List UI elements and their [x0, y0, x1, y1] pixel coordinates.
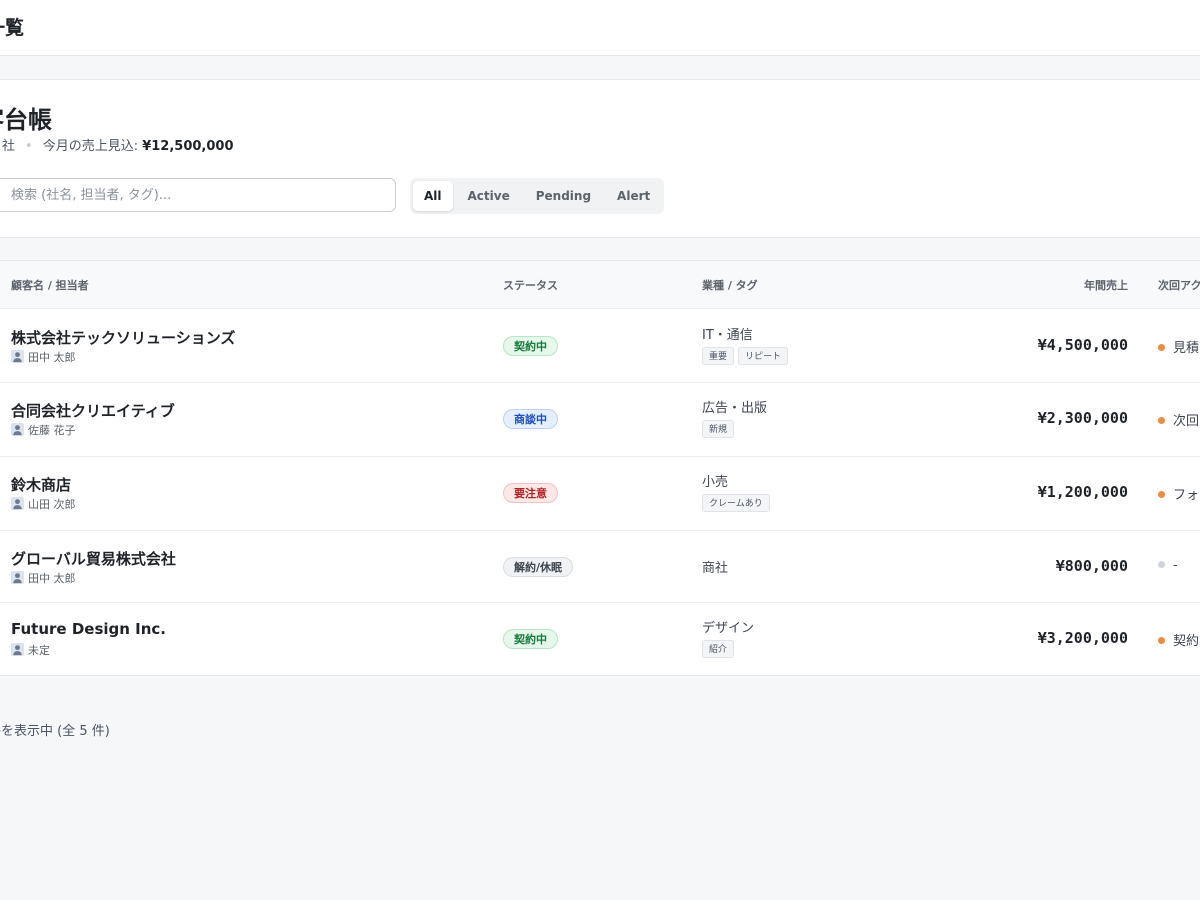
customer-name[interactable]: 株式会社テックソリューションズ [11, 327, 235, 348]
filter-active[interactable]: Active [457, 181, 521, 211]
status-badge: 商談中 [503, 409, 558, 429]
status-badge: 契約中 [503, 629, 558, 649]
industry: 広告・出版 [702, 401, 768, 416]
status-badge: 契約中 [503, 336, 558, 356]
tag[interactable]: 重要 [702, 347, 735, 365]
owner-name: 佐藤 花子 [28, 424, 76, 437]
person-icon [11, 423, 24, 436]
separator-dot: • [25, 139, 33, 154]
status-dot-icon [1158, 344, 1165, 351]
forecast-label: 今月の売上見込: [42, 139, 139, 154]
tag-list: 新規 [702, 420, 735, 438]
next-action-label: 見積 [1173, 341, 1200, 356]
next-action-label: フォ [1173, 488, 1200, 503]
status-badge: 要注意 [503, 483, 558, 503]
tag[interactable]: クレームあり [702, 494, 770, 512]
next-action-label: - [1173, 558, 1178, 573]
annual-revenue: ¥3,200,000 [1037, 629, 1128, 647]
owner: 佐藤 花子 [11, 422, 76, 438]
next-action[interactable]: フォ [1158, 484, 1199, 503]
industry: 商社 [702, 561, 729, 576]
next-action-label: 次回 [1173, 414, 1200, 429]
table-header: 顧客名 / 担当者 ステータス 業種 / タグ 年間売上 次回アク [0, 261, 1200, 309]
owner: 田中 太郎 [11, 570, 76, 586]
table-row[interactable]: 合同会社クリエイティブ佐藤 花子 商談中 広告・出版新規 ¥2,300,000 次回 [0, 382, 1200, 457]
top-bar: 一覧 [0, 0, 1200, 56]
annual-revenue: ¥1,200,000 [1037, 483, 1128, 501]
person-icon [11, 497, 24, 510]
owner-name: 田中 太郎 [28, 351, 76, 364]
table-row[interactable]: グローバル貿易株式会社田中 太郎 解約/休眠 商社 ¥800,000 - [0, 530, 1200, 603]
status-dot-icon [1158, 417, 1165, 424]
tag-list: クレームあり [702, 494, 770, 512]
header-next-action[interactable]: 次回アク [1158, 277, 1200, 293]
industry: デザイン [702, 621, 755, 636]
header-status[interactable]: ステータス [503, 277, 558, 293]
summary-line: 社 • 今月の売上見込: ¥12,500,000 [0, 135, 234, 154]
status-dot-icon [1158, 561, 1165, 568]
owner-name: 山田 次郎 [28, 498, 76, 511]
customer-name[interactable]: グローバル貿易株式会社 [11, 548, 176, 569]
status-badge: 解約/休眠 [503, 557, 574, 577]
annual-revenue: ¥800,000 [1055, 557, 1128, 575]
tag-list: 紹介 [702, 640, 735, 658]
table-row[interactable]: Future Design Inc. 未定 契約中 デザイン紹介 ¥3,200,000 契… [0, 602, 1200, 674]
status-filter: All Active Pending Alert [410, 178, 665, 214]
next-action-label: 契約 [1173, 634, 1200, 649]
header-revenue[interactable]: 年間売上 [1084, 277, 1128, 293]
table-row[interactable]: 株式会社テックソリューションズ田中 太郎 契約中 IT・通信重要 リピート ¥4,500… [0, 309, 1200, 383]
pagination-summary: 件を表示中 (全 5 件) [0, 724, 110, 739]
header-industry[interactable]: 業種 / タグ [702, 277, 758, 293]
industry: IT・通信 [702, 328, 753, 343]
ledger-header: 客台帳 社 • 今月の売上見込: ¥12,500,000 AllActivePend… [0, 79, 1200, 238]
customer-table: 顧客名 / 担当者 ステータス 業種 / タグ 年間売上 次回アク 株式会社テッ… [0, 260, 1200, 676]
next-action[interactable]: - [1158, 558, 1178, 573]
filter-all[interactable]: All [413, 181, 453, 211]
status-dot-icon [1158, 637, 1165, 644]
annual-revenue: ¥2,300,000 [1037, 409, 1128, 427]
tag-list: 重要 リピート [702, 347, 789, 365]
next-action[interactable]: 契約 [1158, 630, 1199, 649]
next-action[interactable]: 見積 [1158, 337, 1199, 356]
person-icon [11, 571, 24, 584]
forecast-value: ¥12,500,000 [142, 139, 234, 154]
customer-name[interactable]: 鈴木商店 [11, 474, 71, 495]
owner: 田中 太郎 [11, 349, 76, 365]
owner: 山田 次郎 [11, 496, 76, 512]
customer-name[interactable]: Future Design Inc. [11, 620, 166, 638]
owner: 未定 [11, 642, 50, 658]
page-heading: 一覧 [0, 17, 25, 39]
industry: 小売 [702, 475, 729, 490]
header-name[interactable]: 顧客名 / 担当者 [11, 277, 89, 293]
search-input[interactable] [0, 178, 396, 212]
tag[interactable]: 新規 [702, 420, 735, 438]
person-icon [11, 643, 24, 656]
person-icon [11, 350, 24, 363]
owner-name: 未定 [28, 644, 50, 657]
status-dot-icon [1158, 491, 1165, 498]
customer-count-fragment: 社 [2, 139, 16, 154]
tag[interactable]: 紹介 [702, 640, 735, 658]
customer-name[interactable]: 合同会社クリエイティブ [11, 400, 175, 421]
owner-name: 田中 太郎 [28, 572, 76, 585]
filter-pending[interactable]: Pending [525, 181, 602, 211]
page-title: 客台帳 [0, 106, 52, 134]
annual-revenue: ¥4,500,000 [1037, 336, 1128, 354]
tag[interactable]: リピート [738, 347, 789, 365]
table-row[interactable]: 鈴木商店山田 次郎 要注意 小売クレームあり ¥1,200,000 フォ [0, 456, 1200, 531]
next-action[interactable]: 次回 [1158, 410, 1199, 429]
filter-alert[interactable]: Alert [606, 181, 661, 211]
